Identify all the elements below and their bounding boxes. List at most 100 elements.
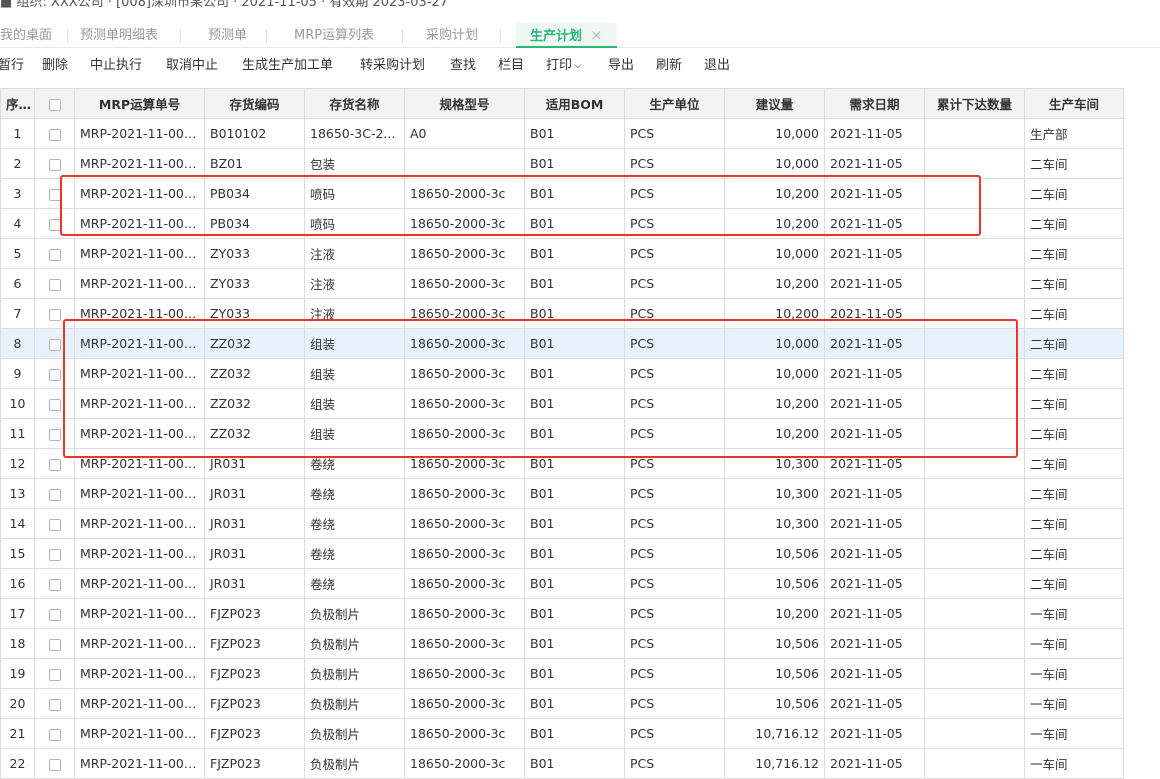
row-checkbox[interactable] (48, 428, 61, 441)
row-checkbox[interactable] (48, 668, 61, 681)
toolbar-to-purchase-plan-button[interactable]: 转采购计划 (360, 56, 425, 76)
cell-select[interactable] (34, 568, 75, 599)
toolbar-cancel-suspend-button[interactable]: 取消中止 (166, 56, 218, 76)
col-header-issued-qty[interactable]: 累计下达数量 (924, 88, 1025, 119)
table-row[interactable]: 15 MRP-2021-11-0002 JR031 卷绕 18650-2000-3c B0… (0, 538, 1124, 569)
col-header-spec[interactable]: 规格型号 (404, 88, 525, 119)
toolbar-generate-work-order-button[interactable]: 生成生产加工单 (242, 56, 333, 76)
table-row[interactable]: 8 MRP-2021-11-0002 ZZ032 组装 18650-2000-3c B01… (0, 328, 1124, 359)
toolbar-columns-button[interactable]: 栏目 (498, 56, 524, 76)
table-row[interactable]: 9 MRP-2021-11-0002 ZZ032 组装 18650-2000-3c B01… (0, 358, 1124, 389)
select-all-checkbox[interactable] (48, 98, 61, 111)
cell-select[interactable] (34, 118, 75, 149)
cell-select[interactable] (34, 208, 75, 239)
tab-production-plan[interactable]: 生产计划 × (516, 23, 617, 48)
cell-select[interactable] (34, 598, 75, 629)
tab-mrp-list[interactable]: MRP运算列表 (294, 23, 374, 48)
table-row[interactable]: 17 MRP-2021-11-0002 FJZP023 负极制片 18650-2000-… (0, 598, 1124, 629)
col-header-item-code[interactable]: 存货编码 (204, 88, 305, 119)
table-row[interactable]: 19 MRP-2021-11-0002 FJZP023 负极制片 18650-2000-… (0, 658, 1124, 689)
tab-forecast-detail[interactable]: 预测单明细表 (80, 23, 158, 48)
col-header-item-name[interactable]: 存货名称 (304, 88, 405, 119)
cell-select[interactable] (34, 718, 75, 749)
tab-purchase-plan[interactable]: 采购计划 (426, 23, 478, 48)
cell-select[interactable] (34, 418, 75, 449)
row-checkbox[interactable] (48, 278, 61, 291)
cell-select[interactable] (34, 628, 75, 659)
row-checkbox[interactable] (48, 308, 61, 321)
cell-select[interactable] (34, 538, 75, 569)
col-header-select[interactable] (34, 88, 75, 119)
row-checkbox[interactable] (48, 368, 61, 381)
col-header-mrp-no[interactable]: MRP运算单号 (74, 88, 205, 119)
cell-unit: PCS (624, 208, 725, 239)
cell-select[interactable] (34, 508, 75, 539)
row-checkbox[interactable] (48, 158, 61, 171)
tab-forecast[interactable]: 预测单 (208, 23, 247, 48)
col-header-bom[interactable]: 适用BOM (524, 88, 625, 119)
toolbar-find-button[interactable]: 查找 (450, 56, 476, 76)
cell-select[interactable] (34, 388, 75, 419)
cell-select[interactable] (34, 328, 75, 359)
cell-select[interactable] (34, 238, 75, 269)
toolbar-pause-button[interactable]: 暂行 (0, 56, 24, 76)
table-row[interactable]: 16 MRP-2021-11-0002 JR031 卷绕 18650-2000-3c B0… (0, 568, 1124, 599)
toolbar-delete-button[interactable]: 删除 (42, 56, 68, 76)
table-row[interactable]: 4 MRP-2021-11-0002 PB034 喷码 18650-2000-3c B01… (0, 208, 1124, 239)
cell-select[interactable] (34, 478, 75, 509)
table-row[interactable]: 14 MRP-2021-11-0002 JR031 卷绕 18650-2000-3c B0… (0, 508, 1124, 539)
col-header-index[interactable]: 序号 (0, 88, 35, 119)
table-row[interactable]: 10 MRP-2021-11-0002 ZZ032 组装 18650-2000-3c B0… (0, 388, 1124, 419)
toolbar-export-button[interactable]: 导出 (608, 56, 634, 76)
toolbar-suspend-button[interactable]: 中止执行 (90, 56, 142, 76)
cell-select[interactable] (34, 178, 75, 209)
row-checkbox[interactable] (48, 398, 61, 411)
cell-select[interactable] (34, 298, 75, 329)
toolbar-print-button[interactable]: 打印 ⌵ (546, 56, 582, 76)
row-checkbox[interactable] (48, 458, 61, 471)
toolbar-refresh-button[interactable]: 刷新 (656, 56, 682, 76)
table-row[interactable]: 7 MRP-2021-11-0002 ZY033 注液 18650-2000-3c B01… (0, 298, 1124, 329)
cell-select[interactable] (34, 448, 75, 479)
table-row[interactable]: 22 MRP-2021-11-0002 FJZP023 负极制片 18650-2000-… (0, 748, 1124, 779)
row-checkbox[interactable] (48, 608, 61, 621)
row-checkbox[interactable] (48, 638, 61, 651)
row-checkbox[interactable] (48, 548, 61, 561)
table-row[interactable]: 11 MRP-2021-11-0002 ZZ032 组装 18650-2000-3c B0… (0, 418, 1124, 449)
table-row[interactable]: 18 MRP-2021-11-0002 FJZP023 负极制片 18650-2000-… (0, 628, 1124, 659)
close-icon[interactable]: × (590, 26, 603, 44)
row-checkbox[interactable] (48, 728, 61, 741)
row-checkbox[interactable] (48, 578, 61, 591)
cell-select[interactable] (34, 268, 75, 299)
cell-select[interactable] (34, 658, 75, 689)
cell-select[interactable] (34, 358, 75, 389)
table-row[interactable]: 21 MRP-2021-11-0002 FJZP023 负极制片 18650-2000-… (0, 718, 1124, 749)
table-row[interactable]: 20 MRP-2021-11-0002 FJZP023 负极制片 18650-2000-… (0, 688, 1124, 719)
cell-select[interactable] (34, 148, 75, 179)
cell-workshop: 二车间 (1024, 298, 1124, 329)
cell-select[interactable] (34, 748, 75, 779)
tab-my-desktop[interactable]: 我的桌面 (0, 23, 52, 48)
toolbar-exit-button[interactable]: 退出 (704, 56, 730, 76)
table-row[interactable]: 6 MRP-2021-11-0002 ZY033 注液 18650-2000-3c B01… (0, 268, 1124, 299)
table-row[interactable]: 5 MRP-2021-11-0002 ZY033 注液 18650-2000-3c B01… (0, 238, 1124, 269)
table-row[interactable]: 2 MRP-2021-11-0002 BZ01 包装 B01 PCS 10,000 2021-… (0, 148, 1124, 179)
row-checkbox[interactable] (48, 128, 61, 141)
row-checkbox[interactable] (48, 698, 61, 711)
row-checkbox[interactable] (48, 488, 61, 501)
table-row[interactable]: 1 MRP-2021-11-0002 B010102 18650-3C-2... A0 B… (0, 118, 1124, 149)
row-checkbox[interactable] (48, 248, 61, 261)
row-checkbox[interactable] (48, 188, 61, 201)
col-header-workshop[interactable]: 生产车间 (1024, 88, 1124, 119)
table-row[interactable]: 12 MRP-2021-11-0002 JR031 卷绕 18650-2000-3c B0… (0, 448, 1124, 479)
table-row[interactable]: 3 MRP-2021-11-0002 PB034 喷码 18650-2000-3c B01… (0, 178, 1124, 209)
row-checkbox[interactable] (48, 758, 61, 771)
cell-select[interactable] (34, 688, 75, 719)
row-checkbox[interactable] (48, 518, 61, 531)
col-header-demand-date[interactable]: 需求日期 (824, 88, 925, 119)
row-checkbox[interactable] (48, 338, 61, 351)
col-header-unit[interactable]: 生产单位 (624, 88, 725, 119)
col-header-suggested-qty[interactable]: 建议量 (724, 88, 825, 119)
row-checkbox[interactable] (48, 218, 61, 231)
table-row[interactable]: 13 MRP-2021-11-0002 JR031 卷绕 18650-2000-3c B0… (0, 478, 1124, 509)
